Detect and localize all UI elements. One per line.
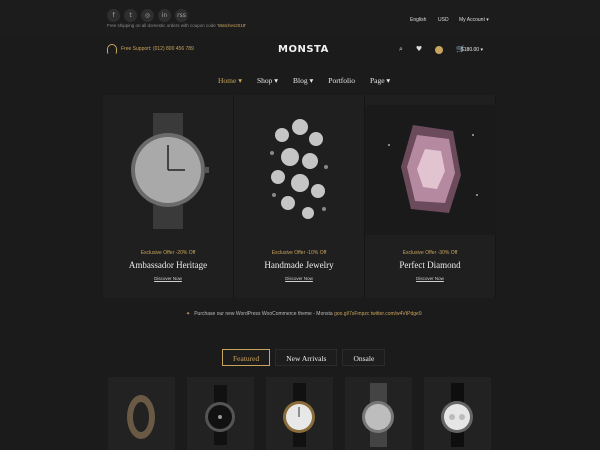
product-card[interactable] xyxy=(108,377,175,450)
discover-now-link[interactable]: Discover Now xyxy=(234,276,364,281)
banner-handmade-jewelry[interactable]: Exclusive Offer -10% Off Handmade Jewelr… xyxy=(234,95,365,298)
watch-image xyxy=(131,113,209,229)
jewelry-image xyxy=(270,119,328,219)
watch-image xyxy=(205,385,235,445)
free-shipping-text: Free shipping on all domestic orders wit… xyxy=(107,23,218,28)
tab-featured[interactable]: Featured xyxy=(222,349,271,366)
product-card[interactable] xyxy=(424,377,491,450)
watch-image xyxy=(283,383,315,447)
watch-image xyxy=(362,383,394,447)
linkedin-icon[interactable]: in xyxy=(158,9,171,22)
nav-page-label: Page xyxy=(369,76,385,85)
perfume-image xyxy=(365,105,496,235)
nav-item-page[interactable]: Page ▾ xyxy=(370,76,390,85)
wishlist-icon[interactable]: ♥ xyxy=(416,45,422,54)
discover-now-link[interactable]: Discover Now xyxy=(365,276,495,281)
ring-image xyxy=(127,395,155,439)
rss-icon[interactable]: rss xyxy=(175,9,188,22)
support-info: Free Support: (012) 800 456 789 xyxy=(107,44,194,54)
search-icon[interactable]: ⌕ xyxy=(399,45,403,54)
nav-item-portfolio[interactable]: Portfolio xyxy=(328,76,355,85)
nav-item-home[interactable]: Home ▾ xyxy=(218,76,242,85)
banner-ambassador-heritage[interactable]: Exclusive Offer -20% Off Ambassador Heri… xyxy=(103,95,234,298)
nav-portfolio-label: Portfolio xyxy=(328,76,355,85)
social-links: f t ◎ in rss xyxy=(107,9,188,22)
cart-total-value: $180.00 xyxy=(461,47,480,53)
language-selector[interactable]: English xyxy=(410,17,426,23)
facebook-icon[interactable]: f xyxy=(107,9,120,22)
watch-image xyxy=(441,383,473,447)
tweet-link[interactable]: goo.gl/7sFmpzc twitter.com/w4VtPdge9 xyxy=(334,311,422,317)
discover-now-link[interactable]: Discover Now xyxy=(103,276,233,281)
my-account-menu[interactable]: My Account ▾ xyxy=(459,17,489,23)
tweet-text: Purchase our new WordPress WooCommerce t… xyxy=(194,311,335,317)
product-card[interactable] xyxy=(266,377,333,450)
site-logo[interactable]: MONSTA xyxy=(278,44,329,55)
nav-item-shop[interactable]: Shop ▾ xyxy=(257,76,278,85)
banner-perfect-diamond[interactable]: Exclusive Offer -30% Off Perfect Diamond… xyxy=(365,95,496,298)
header-actions: ⌕ ♥ 🛒 xyxy=(399,45,465,54)
nav-item-blog[interactable]: Blog ▾ xyxy=(293,76,313,85)
tab-onsale[interactable]: Onsale xyxy=(342,349,386,366)
product-card[interactable] xyxy=(345,377,412,450)
banner-offer: Exclusive Offer -10% Off xyxy=(271,250,327,256)
chevron-down-icon: ▾ xyxy=(486,17,489,23)
hero-banners: Exclusive Offer -20% Off Ambassador Heri… xyxy=(103,95,497,298)
twitter-icon[interactable]: t xyxy=(124,9,137,22)
product-grid xyxy=(108,377,491,450)
banner-offer: Exclusive Offer -30% Off xyxy=(402,250,458,256)
coupon-code: 'Watches2018' xyxy=(217,23,247,28)
banner-title: Perfect Diamond xyxy=(399,260,461,270)
free-shipping-notice: Free shipping on all domestic orders wit… xyxy=(107,23,246,28)
nav-home-label: Home xyxy=(218,76,237,85)
compare-icon[interactable] xyxy=(435,45,444,54)
twitter-bird-icon: ✦ xyxy=(186,311,191,317)
banner-title: Ambassador Heritage xyxy=(128,260,208,270)
currency-selector[interactable]: USD xyxy=(438,17,449,23)
cart-total[interactable]: $180.00 ▾ xyxy=(461,47,483,53)
tab-new-arrivals[interactable]: New Arrivals xyxy=(275,349,338,366)
my-account-label: My Account xyxy=(459,17,485,23)
product-card[interactable] xyxy=(187,377,254,450)
support-phone: Free Support: (012) 800 456 789 xyxy=(121,46,194,52)
nav-blog-label: Blog xyxy=(293,76,308,85)
product-tabs: Featured New Arrivals Onsale xyxy=(222,349,386,366)
top-bar: f t ◎ in rss Free shipping on all domest… xyxy=(0,0,600,36)
twitter-feed: ✦ Purchase our new WordPress WooCommerce … xyxy=(186,311,422,317)
main-nav: Home ▾ Shop ▾ Blog ▾ Portfolio Page ▾ xyxy=(218,76,405,85)
banner-title: Handmade Jewelry xyxy=(264,260,334,270)
nav-shop-label: Shop xyxy=(256,76,273,85)
instagram-icon[interactable]: ◎ xyxy=(141,9,154,22)
banner-offer: Exclusive Offer -20% Off xyxy=(140,250,196,256)
headset-icon xyxy=(107,44,117,54)
